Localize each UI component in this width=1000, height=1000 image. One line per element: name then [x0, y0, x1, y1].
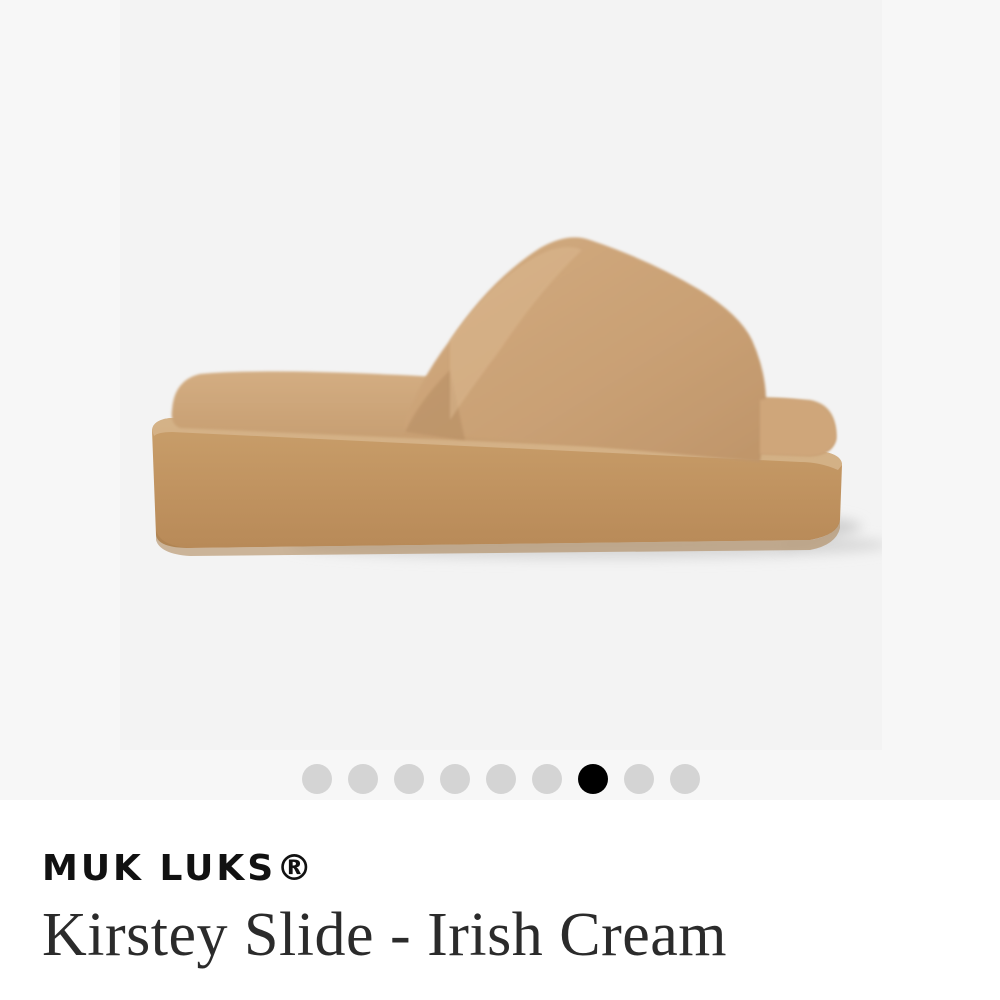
product-image[interactable] [120, 0, 882, 750]
carousel-dot-5[interactable] [486, 764, 516, 794]
product-info: MUK LUKS® Kirstey Slide - Irish Cream [0, 800, 1000, 1000]
carousel-dot-7[interactable] [578, 764, 608, 794]
carousel-dot-2[interactable] [348, 764, 378, 794]
product-image-gallery[interactable] [0, 0, 1000, 800]
brand-name[interactable]: MUK LUKS® [42, 848, 315, 889]
carousel-dot-8[interactable] [624, 764, 654, 794]
slide-sandal-image [152, 237, 882, 559]
carousel-dot-3[interactable] [394, 764, 424, 794]
carousel-pagination [302, 763, 702, 795]
carousel-dot-9[interactable] [670, 764, 700, 794]
carousel-dot-6[interactable] [532, 764, 562, 794]
carousel-dot-1[interactable] [302, 764, 332, 794]
product-title: Kirstey Slide - Irish Cream [42, 901, 728, 969]
carousel-dot-4[interactable] [440, 764, 470, 794]
